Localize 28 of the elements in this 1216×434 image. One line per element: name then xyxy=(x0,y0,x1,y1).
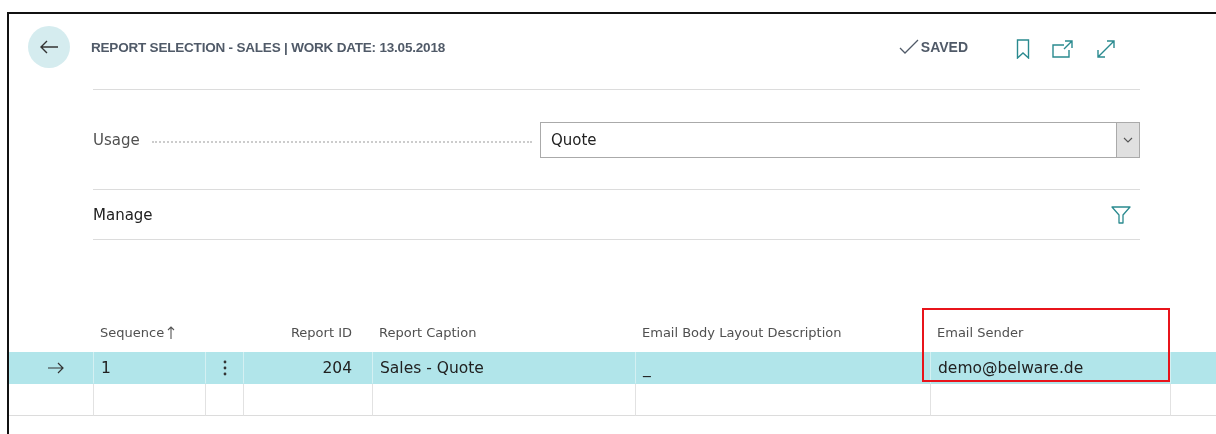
table-cell: Sales - Quote xyxy=(372,352,635,384)
open-new-window-icon[interactable] xyxy=(1052,40,1074,58)
expand-icon[interactable] xyxy=(1096,39,1116,59)
column-header[interactable]: Email Body Layout Description xyxy=(642,324,842,340)
table-cell xyxy=(1170,384,1216,416)
bookmark-icon[interactable] xyxy=(1016,39,1030,59)
column-header[interactable]: Report Caption xyxy=(379,324,477,340)
table-cell: 204 xyxy=(243,352,372,384)
page-title: REPORT SELECTION - SALES | WORK DATE: 13.05.2018 xyxy=(91,39,445,55)
usage-dropdown[interactable]: Quote xyxy=(540,121,1140,158)
more-options-icon[interactable] xyxy=(222,359,227,376)
column-header[interactable]: Sequence xyxy=(100,324,165,340)
column-header[interactable]: Email Sender xyxy=(937,324,1024,340)
saved-status: SAVED xyxy=(920,39,968,55)
table-cell xyxy=(1170,352,1216,384)
row-pointer-icon xyxy=(47,361,64,374)
table-cell xyxy=(205,384,243,416)
back-arrow-icon xyxy=(39,39,59,55)
chevron-down-icon xyxy=(1123,136,1133,143)
manage-label[interactable]: Manage xyxy=(93,205,153,224)
filter-icon[interactable] xyxy=(1111,205,1131,224)
field-label: Usage xyxy=(93,130,140,149)
table-cell: 1 xyxy=(93,352,205,384)
column-header[interactable]: Report ID xyxy=(290,324,352,340)
table-cell: demo@belware.de xyxy=(930,352,1170,384)
check-icon xyxy=(898,39,919,55)
table-cell: _ xyxy=(635,352,930,384)
back-button[interactable] xyxy=(28,26,70,68)
